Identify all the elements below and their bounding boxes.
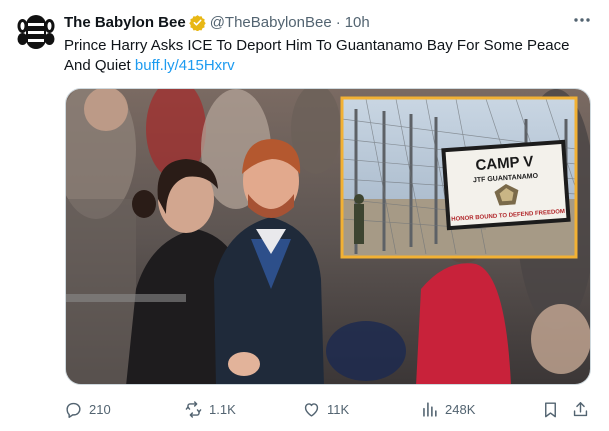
tweet-text: Prince Harry Asks ICE To Deport Him To G… xyxy=(64,36,594,76)
views-icon xyxy=(423,401,437,417)
tweet-media[interactable]: CAMP V JTF GUANTANAMO HONOR BOUND TO DEF… xyxy=(65,88,591,385)
repost-button[interactable]: 1.1K xyxy=(184,394,236,424)
share-icon xyxy=(573,401,588,416)
reply-button[interactable]: 210 xyxy=(64,394,111,424)
bookmark-button[interactable] xyxy=(541,394,566,424)
inset-photo: CAMP V JTF GUANTANAMO HONOR BOUND TO DEF… xyxy=(340,96,578,259)
babylon-bee-logo xyxy=(17,15,55,49)
more-icon xyxy=(574,18,590,22)
media-photo: CAMP V JTF GUANTANAMO HONOR BOUND TO DEF… xyxy=(66,89,590,384)
like-count: 11K xyxy=(327,401,350,417)
reply-icon xyxy=(66,402,81,418)
more-options-button[interactable] xyxy=(572,10,592,30)
tweet-action-bar: 210 1.1K 11K 248K xyxy=(64,394,594,424)
repost-count: 1.1K xyxy=(209,401,236,417)
bookmark-icon xyxy=(545,401,556,417)
tweet-header: The Babylon Bee @TheBabylonBee · 10h xyxy=(64,12,370,32)
like-icon xyxy=(304,402,319,417)
repost-icon xyxy=(185,400,202,418)
tweet-link[interactable]: buff.ly/415Hxrv xyxy=(135,57,235,74)
tweet-timestamp[interactable]: 10h xyxy=(345,14,370,31)
views-button[interactable]: 248K xyxy=(420,394,475,424)
author-handle[interactable]: @TheBabylonBee xyxy=(210,14,332,31)
author-name[interactable]: The Babylon Bee xyxy=(64,14,186,31)
verified-badge-icon[interactable] xyxy=(188,14,206,31)
views-count: 248K xyxy=(445,401,476,417)
like-button[interactable]: 11K xyxy=(302,394,349,424)
share-button[interactable] xyxy=(571,394,596,424)
author-avatar[interactable] xyxy=(16,12,56,52)
reply-count: 210 xyxy=(89,401,111,417)
separator-dot: · xyxy=(335,13,341,31)
